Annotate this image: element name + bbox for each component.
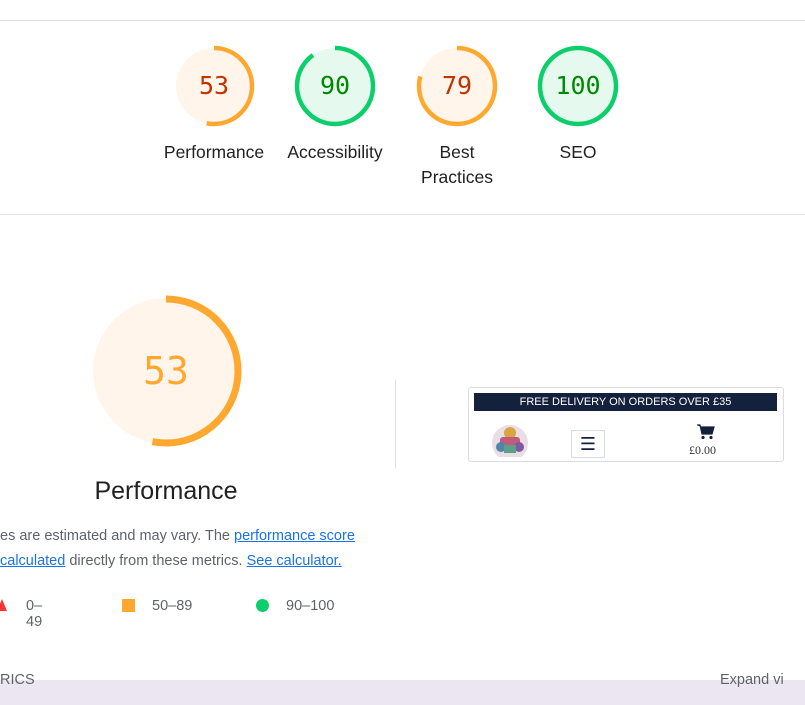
page-screenshot-thumbnail[interactable]: FREE DELIVERY ON ORDERS OVER £35 ☰ £0.00 <box>468 387 784 462</box>
gauge-ring: 90 <box>294 45 376 127</box>
gauge-label: SEO <box>559 142 597 162</box>
performance-description-line1: es are estimated and may vary. The perfo… <box>0 528 355 544</box>
top-divider <box>0 20 805 21</box>
gauge-label: Best Practices <box>421 142 493 187</box>
hamburger-menu-icon: ☰ <box>571 430 605 458</box>
bottom-bar <box>0 680 805 705</box>
triangle-icon <box>0 599 7 611</box>
vertical-divider <box>395 380 396 468</box>
gauge-label: Performance <box>163 142 265 162</box>
gauge-score: 90 <box>319 71 351 100</box>
expand-view-link[interactable]: Expand vi <box>720 672 784 688</box>
gauge-ring: 53 <box>173 45 255 127</box>
gauge-seo[interactable]: 100 SEO <box>523 45 633 165</box>
gauge-performance[interactable]: 53 Performance <box>159 45 269 165</box>
gauge-score: 53 <box>198 71 230 100</box>
legend-label: 50–89 <box>152 598 193 614</box>
shopping-cart-icon <box>697 424 715 440</box>
legend-label: 0–49 <box>26 598 43 630</box>
legend-label: 90–100 <box>286 598 335 614</box>
description-text: directly from these metrics. <box>65 553 247 569</box>
metrics-heading-partial: RICS <box>0 672 35 688</box>
gauge-ring: 100 <box>537 45 619 127</box>
performance-score-link[interactable]: performance score <box>234 528 355 544</box>
description-text: es are estimated and may vary. The <box>0 528 234 544</box>
gauge-accessibility[interactable]: 90 Accessibility <box>280 45 390 165</box>
gauge-score: 79 <box>441 71 473 100</box>
cart-total: £0.00 <box>689 443 716 457</box>
performance-score-large: 53 <box>143 349 189 393</box>
performance-title: Performance <box>94 477 238 505</box>
circle-icon <box>256 599 269 612</box>
square-icon <box>122 599 135 612</box>
gauge-ring: 79 <box>416 45 498 127</box>
gauge-label: Accessibility <box>287 142 383 162</box>
see-calculator-link[interactable]: See calculator. <box>247 553 342 569</box>
performance-gauge-large: 53 <box>89 294 243 448</box>
section-divider <box>0 214 805 215</box>
performance-description-line2: calculated directly from these metrics. … <box>0 553 342 569</box>
site-logo-icon <box>492 425 528 457</box>
delivery-banner: FREE DELIVERY ON ORDERS OVER £35 <box>474 393 777 411</box>
calculated-link[interactable]: calculated <box>0 553 65 569</box>
gauge-score: 100 <box>555 71 601 100</box>
gauge-best-practices[interactable]: 79 Best Practices <box>402 45 512 190</box>
